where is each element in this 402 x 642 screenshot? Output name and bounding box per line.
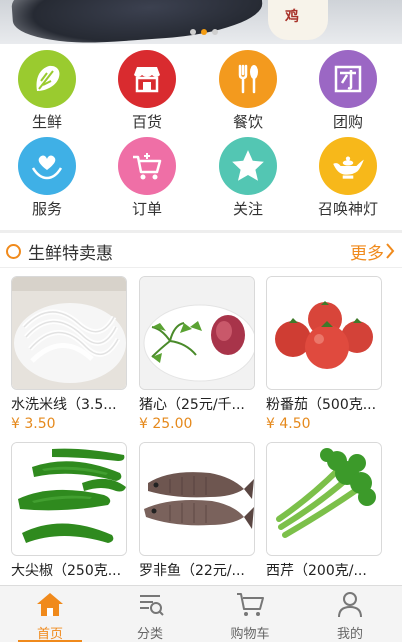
category-label: 生鲜 — [31, 113, 62, 131]
cart-order-icon — [118, 137, 176, 195]
product-card[interactable]: 水洗米线（3.5... ¥ 3.50 — [11, 276, 129, 432]
category-label: 服务 — [31, 200, 62, 218]
product-name: 西芹（200克/... — [266, 563, 367, 579]
category-icon — [140, 595, 164, 616]
category-label: 召唤神灯 — [317, 200, 378, 218]
pager-dot-active — [201, 29, 207, 35]
tab-mine[interactable]: 我的 — [300, 586, 400, 642]
category-genie-lamp[interactable]: 召唤神灯 — [308, 137, 388, 219]
section-ring-icon — [6, 244, 21, 259]
category-label: 订单 — [131, 200, 162, 218]
product-price: ¥ 25.00 — [139, 416, 193, 432]
product-name: 猪心（25元/千... — [139, 397, 245, 413]
bottom-tab-bar: 首页 分类 购物车 我的 — [0, 585, 402, 642]
section-header: 生鲜特卖惠 更多 — [0, 234, 402, 268]
tab-category[interactable]: 分类 — [100, 586, 200, 642]
product-name: 罗非鱼（22元/... — [139, 563, 245, 579]
section-divider — [0, 230, 402, 233]
utensils-icon — [219, 50, 277, 108]
tab-home[interactable]: 首页 — [0, 586, 100, 642]
tab-label: 分类 — [136, 627, 163, 642]
pig-heart-image — [139, 276, 255, 390]
tilapia-image — [139, 442, 255, 556]
product-card[interactable]: 粉番茄（500克... ¥ 4.50 — [266, 276, 384, 432]
tab-label: 首页 — [36, 627, 63, 642]
banner-text: 鸡 — [285, 9, 299, 25]
tab-label: 购物车 — [230, 627, 270, 642]
pager-dot — [212, 29, 218, 35]
star-icon — [219, 137, 277, 195]
tab-label: 我的 — [336, 627, 363, 642]
category-follow[interactable]: 关注 — [208, 137, 288, 219]
category-label: 百货 — [131, 113, 162, 131]
category-label: 团购 — [332, 113, 363, 131]
category-orders[interactable]: 订单 — [107, 137, 187, 219]
banner-image — [9, 0, 265, 44]
section-title: 生鲜特卖惠 — [28, 244, 113, 264]
more-link[interactable]: 更多 — [350, 239, 384, 264]
tab-cart[interactable]: 购物车 — [200, 586, 300, 642]
category-group-buy[interactable]: 团购 — [308, 50, 388, 132]
product-card[interactable]: 罗非鱼（22元/... — [139, 442, 257, 582]
category-label: 餐饮 — [232, 113, 263, 131]
green-peppers-image — [11, 442, 127, 556]
category-label: 关注 — [232, 200, 263, 218]
category-grid: 生鲜 百货 餐饮 团购 服务 订单 关注 召唤神灯 — [0, 44, 402, 230]
product-name: 水洗米线（3.5... — [11, 397, 117, 413]
product-price: ¥ 4.50 — [266, 416, 311, 432]
banner-tag: 鸡 — [268, 0, 328, 40]
product-card[interactable]: 猪心（25元/千... ¥ 25.00 — [139, 276, 257, 432]
product-card[interactable]: 大尖椒（250克... — [11, 442, 129, 582]
product-name: 大尖椒（250克... — [11, 563, 122, 579]
shopping-cart-icon — [237, 593, 264, 616]
heart-hands-icon — [18, 137, 76, 195]
tomatoes-image — [266, 276, 382, 390]
category-fresh[interactable]: 生鲜 — [7, 50, 87, 132]
category-general[interactable]: 百货 — [107, 50, 187, 132]
vegetable-icon — [18, 50, 76, 108]
chevron-right-icon[interactable] — [385, 242, 395, 260]
user-icon — [338, 592, 362, 618]
category-service[interactable]: 服务 — [7, 137, 87, 219]
home-icon — [37, 593, 63, 616]
category-dining[interactable]: 餐饮 — [208, 50, 288, 132]
rice-noodles-image — [11, 276, 127, 390]
product-name: 粉番茄（500克... — [266, 397, 377, 413]
group-buy-icon — [319, 50, 377, 108]
product-card[interactable]: 西芹（200克/... — [266, 442, 384, 582]
celery-image — [266, 442, 382, 556]
magic-lamp-icon — [319, 137, 377, 195]
product-price: ¥ 3.50 — [11, 416, 56, 432]
promo-banner[interactable]: 鸡 — [0, 0, 402, 44]
banner-pager — [190, 29, 218, 35]
store-icon — [118, 50, 176, 108]
pager-dot — [190, 29, 196, 35]
